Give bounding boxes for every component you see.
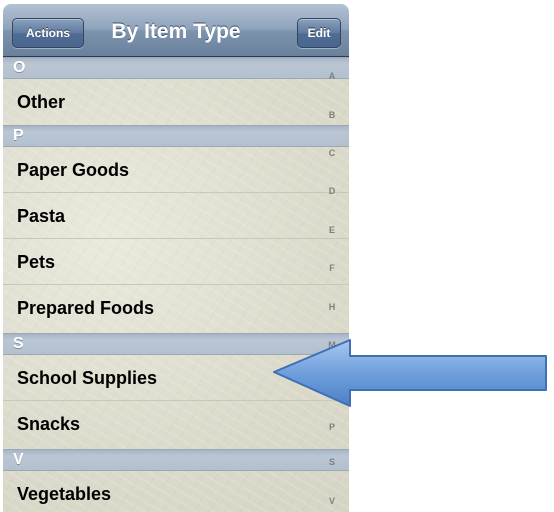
list-item-other[interactable]: Other [3,79,349,125]
list-item-paper-goods[interactable]: Paper Goods [3,147,349,193]
index-letter-d[interactable]: D [325,186,339,197]
list-item-pasta[interactable]: Pasta [3,193,349,239]
list-item-prepared-foods[interactable]: Prepared Foods [3,285,349,331]
index-letter-a[interactable]: A [325,71,339,82]
actions-button[interactable]: Actions [12,18,84,48]
left-arrow-icon [273,339,547,407]
section-header-p: P [3,125,349,147]
index-letter-c[interactable]: C [325,148,339,159]
index-letter-v[interactable]: V [325,496,339,507]
item-type-list[interactable]: O Other P Paper Goods Pasta Pets Prepare… [3,57,349,512]
edit-button[interactable]: Edit [297,18,341,48]
section-header-o: O [3,57,349,79]
index-letter-s[interactable]: S [325,457,339,468]
list-item-pets[interactable]: Pets [3,239,349,285]
navigation-bar: Actions By Item Type Edit [3,4,349,57]
section-header-v: V [3,449,349,471]
index-letter-f[interactable]: F [325,263,339,274]
arrow-shape [273,339,547,407]
index-letter-p[interactable]: P [325,422,339,433]
list-item-vegetables[interactable]: Vegetables [3,471,349,512]
index-letter-e[interactable]: E [325,225,339,236]
index-letter-h[interactable]: H [325,302,339,313]
index-letter-b[interactable]: B [325,110,339,121]
phone-screen: Actions By Item Type Edit O Other P Pape… [3,4,349,512]
